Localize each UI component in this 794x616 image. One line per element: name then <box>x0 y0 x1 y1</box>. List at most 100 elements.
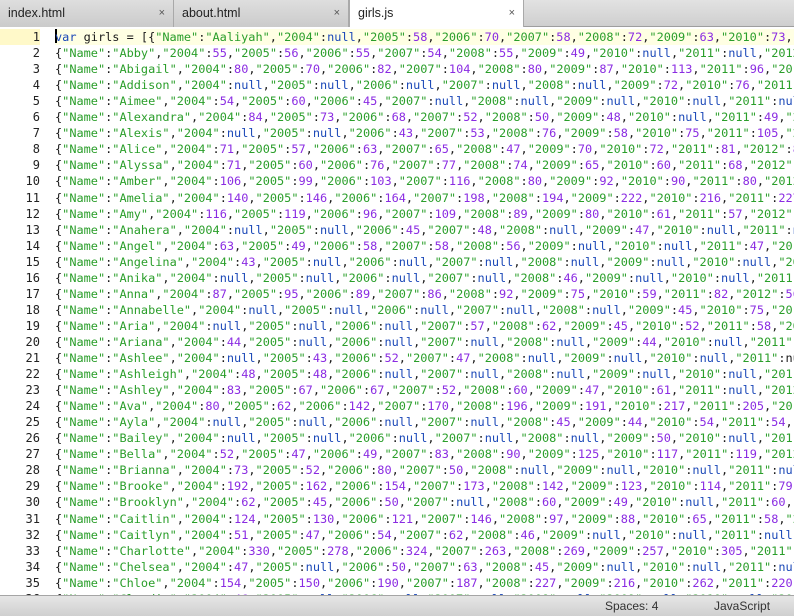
code-line[interactable]: 1 var girls = [{"Name":"Aaliyah","2004":n… <box>0 29 794 45</box>
line-code: {"Name":"Ayla","2004":null,"2005":null,"… <box>55 415 794 430</box>
line-code: {"Name":"Alice","2004":71,"2005":57,"200… <box>55 142 794 157</box>
code-line[interactable]: 8 {"Name":"Alice","2004":71,"2005":57,"20… <box>0 141 794 157</box>
line-code: {"Name":"Alexis","2004":null,"2005":null… <box>55 126 794 141</box>
line-code: {"Name":"Anna","2004":87,"2005":95,"2006… <box>55 286 794 301</box>
code-editor[interactable]: 1 var girls = [{"Name":"Aaliyah","2004":n… <box>0 27 794 595</box>
line-number: 21 <box>25 351 40 365</box>
line-number: 28 <box>25 463 40 478</box>
line-code: {"Name":"Aria","2004":null,"2005":null,"… <box>55 318 794 333</box>
line-number: 7 <box>32 126 40 141</box>
code-line[interactable]: 26 {"Name":"Bailey","2004":null,"2005":nu… <box>0 430 794 446</box>
line-number: 2 <box>32 46 40 61</box>
line-code: {"Name":"Ashley","2004":83,"2005":67,"20… <box>55 383 794 398</box>
code-line[interactable]: 3 {"Name":"Abigail","2004":80,"2005":70,"… <box>0 61 794 77</box>
tab-label: girls.js <box>358 6 394 20</box>
code-line[interactable]: 22 {"Name":"Ashleigh","2004":48,"2005":48… <box>0 366 794 382</box>
code-line[interactable]: 27 {"Name":"Bella","2004":52,"2005":47,"2… <box>0 446 794 462</box>
line-code: {"Name":"Alexandra","2004":84,"2005":73,… <box>55 110 794 125</box>
code-line[interactable]: 7 {"Name":"Alexis","2004":null,"2005":nul… <box>0 125 794 141</box>
line-code: {"Name":"Ariana","2004":44,"2005":null,"… <box>55 334 794 349</box>
line-number: 34 <box>25 559 40 574</box>
tab-index-html[interactable]: index.html × <box>0 0 174 27</box>
line-code: {"Name":"Chloe","2004":154,"2005":150,"2… <box>55 575 794 590</box>
code-line[interactable]: 15 {"Name":"Angelina","2004":43,"2005":nu… <box>0 254 794 270</box>
code-line[interactable]: 30 {"Name":"Brooklyn","2004":62,"2005":45… <box>0 494 794 510</box>
code-line[interactable]: 28 {"Name":"Brianna","2004":73,"2005":52,… <box>0 462 794 478</box>
tab-label: index.html <box>8 6 65 20</box>
code-line[interactable]: 6 {"Name":"Alexandra","2004":84,"2005":73… <box>0 109 794 125</box>
line-code: {"Name":"Ava","2004":80,"2005":62,"2006"… <box>55 399 794 414</box>
code-line[interactable]: 16 {"Name":"Anika","2004":null,"2005":nul… <box>0 270 794 286</box>
line-number: 33 <box>25 543 40 558</box>
code-line[interactable]: 25 {"Name":"Ayla","2004":null,"2005":null… <box>0 414 794 430</box>
line-number: 9 <box>32 158 40 173</box>
code-line[interactable]: 33 {"Name":"Charlotte","2004":330,"2005":… <box>0 543 794 559</box>
code-line[interactable]: 13 {"Name":"Anahera","2004":null,"2005":n… <box>0 222 794 238</box>
code-line[interactable]: 35 {"Name":"Chloe","2004":154,"2005":150,… <box>0 575 794 591</box>
indentation-setting[interactable]: Spaces: 4 <box>605 596 658 616</box>
line-code: {"Name":"Ashleigh","2004":48,"2005":48,"… <box>55 367 794 382</box>
line-number: 25 <box>25 415 40 430</box>
tab-about-html[interactable]: about.html × <box>174 0 349 27</box>
line-number: 27 <box>25 447 40 462</box>
line-number: 11 <box>25 190 40 205</box>
line-code: {"Name":"Amy","2004":116,"2005":119,"200… <box>55 206 794 221</box>
code-line[interactable]: 12 {"Name":"Amy","2004":116,"2005":119,"2… <box>0 206 794 222</box>
line-number: 23 <box>25 383 40 398</box>
line-code: {"Name":"Abigail","2004":80,"2005":70,"2… <box>55 62 794 77</box>
code-line[interactable]: 10 {"Name":"Amber","2004":106,"2005":99,"… <box>0 173 794 189</box>
line-code: {"Name":"Bella","2004":52,"2005":47,"200… <box>55 447 794 462</box>
code-line[interactable]: 4 {"Name":"Addison","2004":null,"2005":nu… <box>0 77 794 93</box>
line-number: 1 <box>0 29 40 45</box>
line-number: 13 <box>25 222 40 237</box>
line-number: 26 <box>25 431 40 446</box>
line-code: {"Name":"Charlotte","2004":330,"2005":27… <box>55 543 794 558</box>
line-code: {"Name":"Amelia","2004":140,"2005":146,"… <box>55 190 794 205</box>
line-code: {"Name":"Anahera","2004":null,"2005":nul… <box>55 222 794 237</box>
line-number: 30 <box>25 495 40 510</box>
code-line[interactable]: 31 {"Name":"Caitlin","2004":124,"2005":13… <box>0 511 794 527</box>
line-code: {"Name":"Abby","2004":55,"2005":56,"2006… <box>55 46 794 61</box>
line-code: {"Name":"Angelina","2004":43,"2005":null… <box>55 254 794 269</box>
line-code: {"Name":"Aimee","2004":54,"2005":60,"200… <box>55 94 794 109</box>
code-line[interactable]: 24 {"Name":"Ava","2004":80,"2005":62,"200… <box>0 398 794 414</box>
code-line[interactable]: 5 {"Name":"Aimee","2004":54,"2005":60,"20… <box>0 93 794 109</box>
tab-girls-js[interactable]: girls.js × <box>349 0 524 28</box>
line-code: {"Name":"Brooklyn","2004":62,"2005":45,"… <box>55 495 794 510</box>
close-icon[interactable]: × <box>159 0 165 26</box>
line-code: {"Name":"Ashlee","2004":null,"2005":43,"… <box>55 351 794 365</box>
line-code: {"Name":"Bailey","2004":null,"2005":null… <box>55 431 794 446</box>
line-number: 4 <box>32 78 40 93</box>
code-line[interactable]: 21 {"Name":"Ashlee","2004":null,"2005":43… <box>0 350 794 366</box>
close-icon[interactable]: × <box>509 0 515 26</box>
code-line[interactable]: 29 {"Name":"Brooke","2004":192,"2005":162… <box>0 478 794 494</box>
line-number: 18 <box>25 302 40 317</box>
tab-bar: index.html × about.html × girls.js × <box>0 0 794 28</box>
line-code: {"Name":"Angel","2004":63,"2005":49,"200… <box>55 238 794 253</box>
line-number: 32 <box>25 527 40 542</box>
code-line[interactable]: 2 {"Name":"Abby","2004":55,"2005":56,"200… <box>0 45 794 61</box>
close-icon[interactable]: × <box>334 0 340 26</box>
line-code: {"Name":"Alyssa","2004":71,"2005":60,"20… <box>55 158 794 173</box>
code-line[interactable]: 19 {"Name":"Aria","2004":null,"2005":null… <box>0 318 794 334</box>
line-code: {"Name":"Brianna","2004":73,"2005":52,"2… <box>55 463 794 478</box>
code-line[interactable]: 20 {"Name":"Ariana","2004":44,"2005":null… <box>0 334 794 350</box>
line-number: 6 <box>32 110 40 125</box>
code-line[interactable]: 32 {"Name":"Caitlyn","2004":51,"2005":47,… <box>0 527 794 543</box>
code-line[interactable]: 14 {"Name":"Angel","2004":63,"2005":49,"2… <box>0 238 794 254</box>
line-number: 20 <box>25 334 40 349</box>
code-line[interactable]: 23 {"Name":"Ashley","2004":83,"2005":67,"… <box>0 382 794 398</box>
code-line[interactable]: 34 {"Name":"Chelsea","2004":47,"2005":nul… <box>0 559 794 575</box>
code-line[interactable]: 9 {"Name":"Alyssa","2004":71,"2005":60,"2… <box>0 157 794 173</box>
line-number: 22 <box>25 367 40 382</box>
line-code: {"Name":"Caitlin","2004":124,"2005":130,… <box>55 511 794 526</box>
line-number: 12 <box>25 206 40 221</box>
line-code: {"Name":"Brooke","2004":192,"2005":162,"… <box>55 479 794 494</box>
tab-label: about.html <box>182 6 241 20</box>
code-line[interactable]: 18 {"Name":"Annabelle","2004":null,"2005"… <box>0 302 794 318</box>
line-code: {"Name":"Annabelle","2004":null,"2005":n… <box>55 302 794 317</box>
line-code: {"Name":"Addison","2004":null,"2005":nul… <box>55 78 794 93</box>
syntax-mode[interactable]: JavaScript <box>714 596 770 616</box>
code-line[interactable]: 11 {"Name":"Amelia","2004":140,"2005":146… <box>0 190 794 206</box>
code-line[interactable]: 17 {"Name":"Anna","2004":87,"2005":95,"20… <box>0 286 794 302</box>
